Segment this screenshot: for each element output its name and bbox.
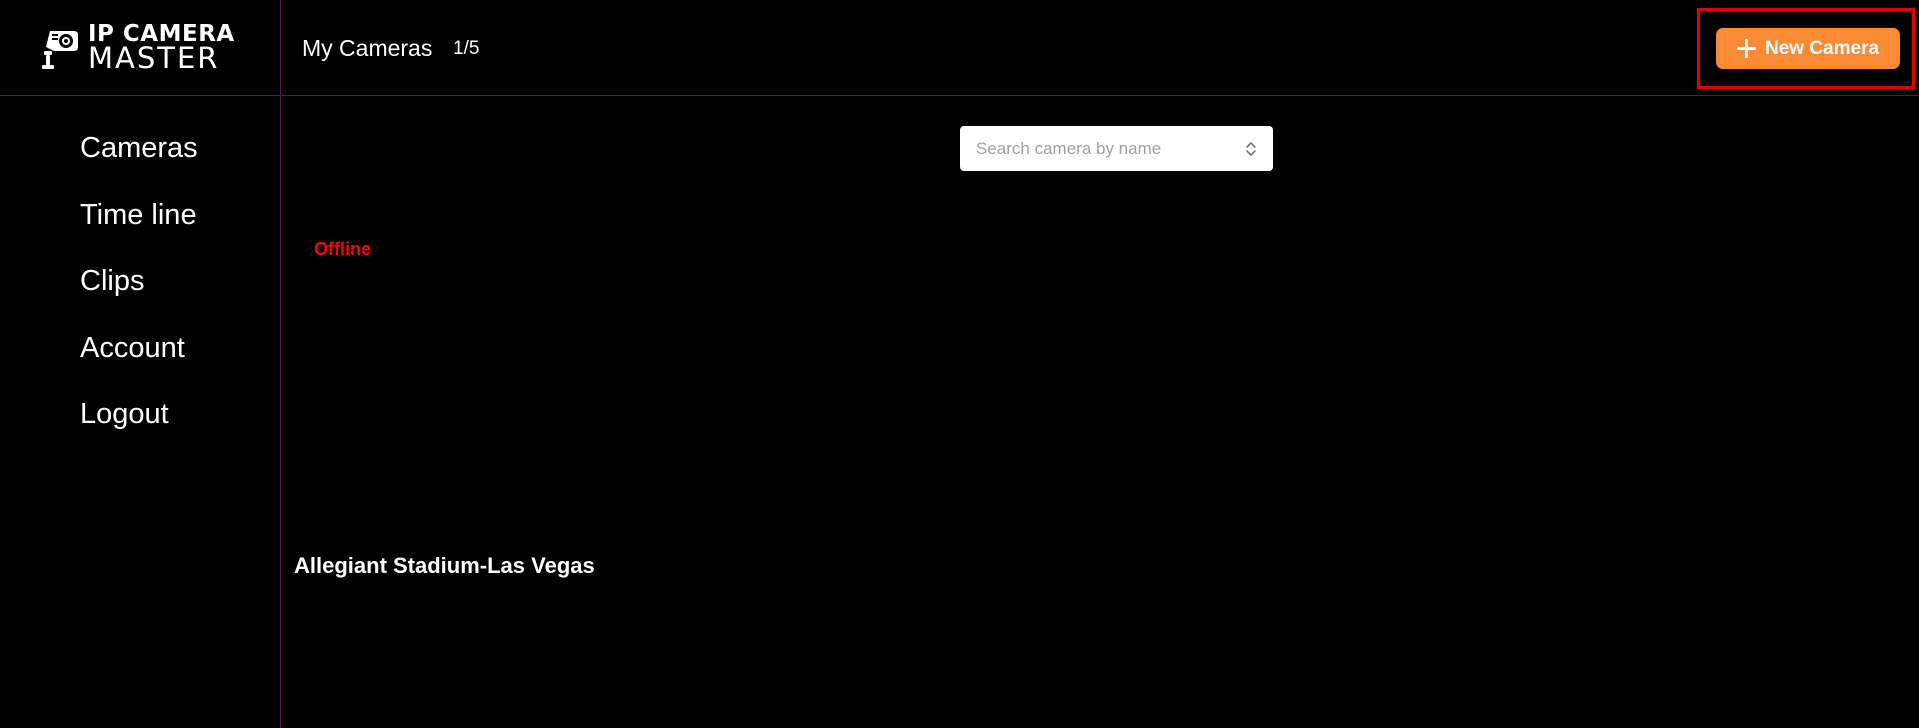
new-camera-button[interactable]: New Camera [1716, 28, 1900, 69]
plus-icon [1736, 39, 1756, 58]
sidebar-item-cameras[interactable]: Cameras [80, 132, 198, 165]
sidebar-divider [280, 0, 281, 728]
camera-name[interactable]: Allegiant Stadium-Las Vegas [294, 553, 595, 579]
page-title: My Cameras [302, 35, 433, 61]
sidebar-item-clips[interactable]: Clips [80, 265, 144, 298]
app-logo[interactable]: IP CAMERA MASTER [40, 23, 245, 73]
status-badge: Offline [314, 239, 371, 259]
sidebar-item-timeline[interactable]: Time line [80, 199, 197, 232]
top-header: IP CAMERA MASTER My Cameras 1/5 New Came… [0, 0, 1919, 96]
logo-text: IP CAMERA MASTER [88, 23, 235, 73]
logo-line2: MASTER [88, 41, 220, 75]
camera-icon [42, 31, 78, 69]
sidebar-item-account[interactable]: Account [80, 332, 185, 365]
sidebar-item-logout[interactable]: Logout [80, 398, 169, 431]
new-camera-label: New Camera [1764, 37, 1880, 59]
chevron-up-down-icon [1246, 141, 1256, 156]
app-window: IP CAMERA MASTER My Cameras 1/5 New Came… [0, 0, 1919, 728]
search-select[interactable] [960, 126, 1273, 171]
search-input[interactable] [976, 138, 1245, 159]
sidebar: Cameras Time line Clips Account Logout [0, 97, 280, 728]
camera-count: 1/5 [453, 38, 480, 59]
